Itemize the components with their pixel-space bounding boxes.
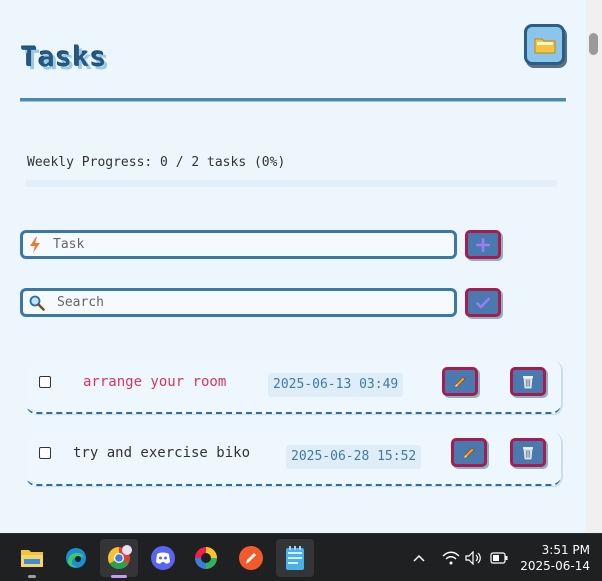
clock-time: 3:51 PM [541, 543, 590, 557]
vertical-scrollbar[interactable] [586, 0, 602, 533]
battery-icon[interactable] [484, 543, 514, 573]
task-input[interactable] [53, 237, 413, 252]
chevron-up-icon[interactable] [404, 543, 434, 573]
pen-app-icon[interactable] [236, 543, 266, 573]
search-confirm-button[interactable] [465, 288, 501, 317]
task-text: arrange your room [83, 374, 227, 390]
edge-icon[interactable] [61, 543, 91, 573]
file-explorer-icon[interactable] [17, 543, 47, 573]
task-datetime: 2025-06-28 15:52 [286, 445, 422, 469]
edit-task-button[interactable] [442, 367, 478, 396]
task-card: try and exercise biko 2025-06-28 15:52 [26, 432, 561, 486]
trash-icon [523, 447, 533, 460]
pencil-icon [463, 446, 475, 459]
add-task-button[interactable] [465, 230, 501, 259]
weekly-progress-bar [25, 180, 557, 187]
search-field[interactable] [20, 288, 457, 317]
header-divider [20, 98, 566, 102]
task-datetime: 2025-06-13 03:49 [268, 373, 404, 397]
search-icon [29, 295, 45, 311]
edit-task-button[interactable] [451, 438, 487, 467]
trash-icon [523, 376, 533, 389]
color-wheel-icon[interactable] [191, 543, 221, 573]
discord-icon[interactable] [148, 543, 178, 573]
lightning-icon [30, 236, 40, 253]
weekly-progress-label: Weekly Progress: 0 / 2 tasks (0%) [27, 155, 286, 170]
clock[interactable]: 3:51 PM 2025-06-14 [520, 542, 590, 574]
search-input[interactable] [57, 295, 417, 310]
task-checkbox[interactable] [39, 376, 51, 388]
task-checkbox[interactable] [39, 447, 51, 459]
folder-icon [534, 38, 555, 53]
task-text: try and exercise biko [73, 445, 251, 461]
explorer-indicator [28, 575, 36, 578]
delete-task-button[interactable] [510, 438, 546, 467]
chrome-indicator [111, 575, 127, 578]
scrollbar-thumb[interactable] [589, 33, 598, 55]
chrome-icon[interactable] [100, 539, 138, 577]
checkmark-icon [476, 297, 490, 308]
task-field[interactable] [20, 230, 457, 259]
delete-task-button[interactable] [510, 367, 546, 396]
tasks-app: Tasks Weekly Progress: 0 / 2 tasks (0%) [0, 0, 586, 533]
clock-date: 2025-06-14 [520, 559, 590, 573]
plus-icon [476, 237, 490, 252]
task-card: arrange your room 2025-06-13 03:49 [26, 360, 561, 414]
page-title: Tasks [21, 42, 108, 73]
taskbar: 3:51 PM 2025-06-14 [0, 533, 602, 581]
folder-button[interactable] [524, 24, 565, 65]
pencil-icon [454, 375, 466, 388]
notepad-icon[interactable] [276, 539, 314, 577]
